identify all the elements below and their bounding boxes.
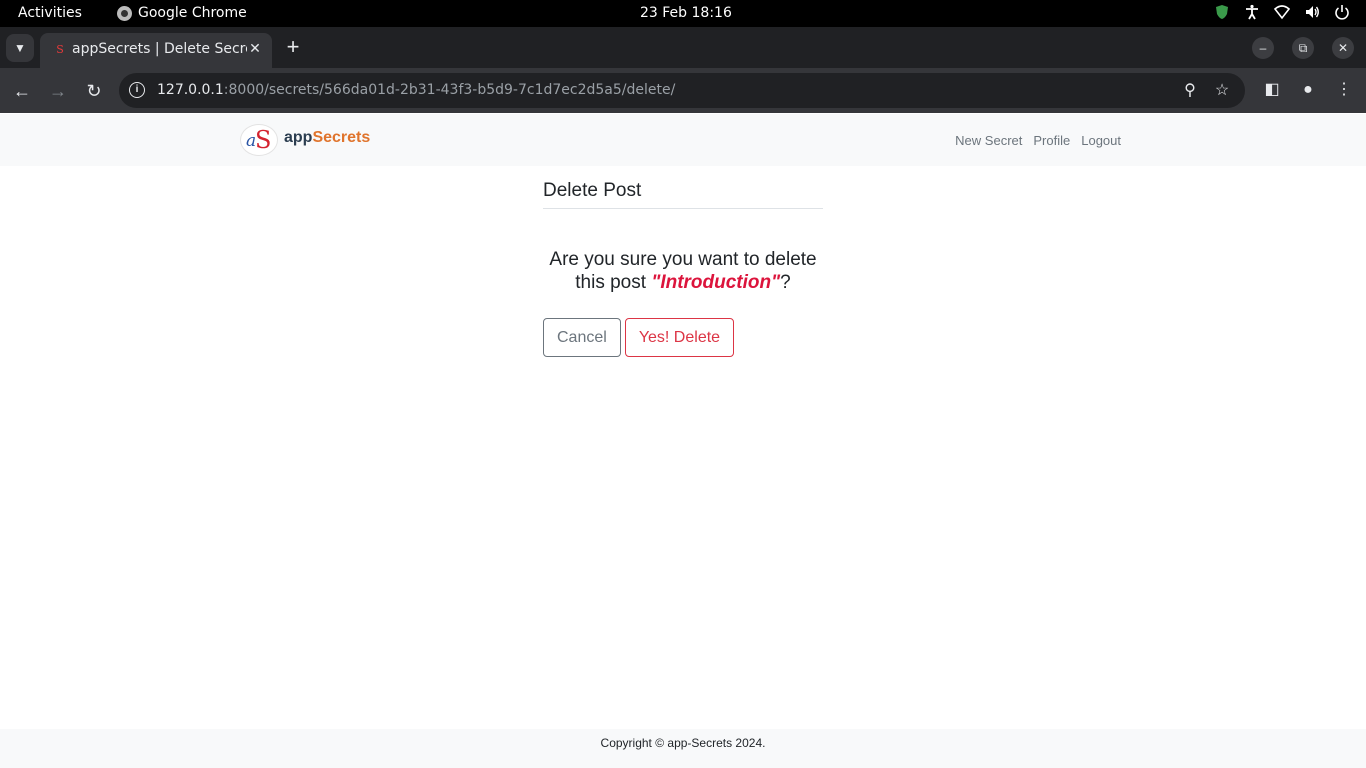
nav-links: New Secret Profile Logout xyxy=(955,133,1121,148)
zoom-icon[interactable]: ⚲ xyxy=(1180,81,1200,101)
wifi-icon xyxy=(1273,4,1291,20)
nav-new-secret-link[interactable]: New Secret xyxy=(955,133,1022,148)
volume-icon xyxy=(1304,4,1320,20)
accessibility-icon xyxy=(1244,4,1260,20)
post-title: "Introduction" xyxy=(651,272,781,293)
close-window-button[interactable]: ✕ xyxy=(1332,37,1354,59)
system-top-bar: Activities Google Chrome 23 Feb 18:16 xyxy=(0,0,1366,27)
reload-button[interactable]: ↻ xyxy=(81,78,107,104)
side-panel-icon[interactable]: ◧ xyxy=(1261,79,1283,101)
browser-toolbar: ← → ↻ i 127.0.0.1:8000/secrets/566da01d-… xyxy=(0,68,1366,113)
nav-profile-link[interactable]: Profile xyxy=(1033,133,1070,148)
copyright-text: Copyright © app-Secrets 2024. xyxy=(600,736,766,750)
activities-button[interactable]: Activities xyxy=(18,5,82,21)
forward-button[interactable]: → xyxy=(45,78,71,104)
new-tab-button[interactable]: + xyxy=(282,36,304,58)
confirm-delete-button[interactable]: Yes! Delete xyxy=(624,318,735,357)
brand-link[interactable]: aS appSecrets xyxy=(240,124,370,156)
chevron-down-icon: ▼ xyxy=(14,41,26,55)
site-info-icon[interactable]: i xyxy=(129,82,145,98)
profile-icon[interactable]: ● xyxy=(1297,79,1319,101)
tab-strip: ▼ S appSecrets | Delete Secret ✕ + – ⧉ ✕ xyxy=(0,27,1366,68)
clock[interactable]: 23 Feb 18:16 xyxy=(640,5,732,21)
maximize-button[interactable]: ⧉ xyxy=(1292,37,1314,59)
tab-search-button[interactable]: ▼ xyxy=(6,34,34,62)
delete-post-panel: Delete Post Are you sure you want to del… xyxy=(543,180,823,357)
minimize-button[interactable]: – xyxy=(1252,37,1274,59)
app-name: Google Chrome xyxy=(138,5,247,21)
confirm-question: Are you sure you want to delete this pos… xyxy=(549,249,817,293)
shield-icon xyxy=(1214,4,1230,20)
power-icon xyxy=(1334,4,1350,20)
chrome-icon xyxy=(117,5,132,21)
cancel-button[interactable]: Cancel xyxy=(543,318,621,357)
chrome-menu-icon[interactable]: ⋮ xyxy=(1333,79,1355,101)
bookmark-star-icon[interactable]: ☆ xyxy=(1212,81,1232,101)
site-navbar: aS appSecrets New Secret Profile Logout xyxy=(0,114,1366,166)
page-title: Delete Post xyxy=(543,180,823,209)
action-buttons: Cancel Yes! Delete xyxy=(543,318,823,357)
app-logo: aS xyxy=(240,124,278,156)
url-text[interactable]: 127.0.0.1:8000/secrets/566da01d-2b31-43f… xyxy=(157,82,675,98)
page-footer: Copyright © app-Secrets 2024. xyxy=(0,729,1366,768)
tab-close-icon[interactable]: ✕ xyxy=(246,40,264,58)
brand-name: appSecrets xyxy=(284,129,371,146)
address-bar[interactable]: i 127.0.0.1:8000/secrets/566da01d-2b31-4… xyxy=(119,73,1245,108)
site-favicon-icon: S xyxy=(56,43,64,56)
system-tray[interactable] xyxy=(1214,4,1350,20)
back-button[interactable]: ← xyxy=(9,78,35,104)
tab-title: appSecrets | Delete Secret xyxy=(72,41,247,57)
nav-logout-link[interactable]: Logout xyxy=(1081,133,1121,148)
tab-active[interactable]: S appSecrets | Delete Secret ✕ xyxy=(40,33,272,68)
app-menu[interactable]: Google Chrome xyxy=(117,5,247,21)
